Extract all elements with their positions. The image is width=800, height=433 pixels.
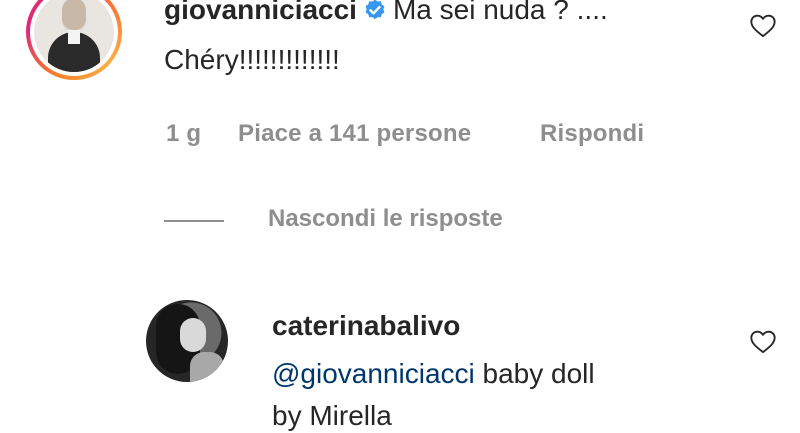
comment-2-username-line: caterinabalivo bbox=[272, 309, 460, 343]
comment-2-text: baby doll bbox=[474, 358, 595, 389]
comment-1-text-line-2: Chéry!!!!!!!!!!!!! bbox=[164, 44, 340, 75]
like-heart-icon-1[interactable] bbox=[749, 12, 777, 38]
avatar-collar bbox=[68, 30, 80, 44]
comment-1-time[interactable]: 1 g bbox=[166, 120, 201, 148]
comment-1-username[interactable]: giovanniciacci bbox=[164, 0, 357, 25]
comment-1-likes[interactable]: Piace a 141 persone bbox=[238, 120, 471, 148]
comment-1-line-1: giovanniciacci Ma sei nuda ? .... bbox=[164, 0, 608, 27]
comment-2-text-line-1: @giovanniciacci baby doll bbox=[272, 357, 595, 391]
replies-divider bbox=[164, 220, 224, 222]
verified-badge-icon bbox=[365, 0, 385, 20]
avatar-head bbox=[62, 0, 86, 30]
comment-1-text-line-1: Ma sei nuda ? .... bbox=[392, 0, 608, 25]
comment-1-reply-button[interactable]: Rispondi bbox=[540, 120, 644, 148]
avatar-caterinabalivo[interactable] bbox=[146, 300, 228, 382]
avatar2-shoulder bbox=[190, 352, 224, 382]
hide-replies-button[interactable]: Nascondi le risposte bbox=[268, 205, 503, 233]
avatar-giovanniciacci[interactable] bbox=[26, 0, 122, 80]
mention-link[interactable]: @giovanniciacci bbox=[272, 358, 475, 389]
like-heart-icon-2[interactable] bbox=[749, 328, 777, 354]
avatar2-face bbox=[180, 318, 206, 352]
comment-2-text-line-2: by Mirella bbox=[272, 400, 392, 431]
comment-2-username[interactable]: caterinabalivo bbox=[272, 310, 460, 341]
